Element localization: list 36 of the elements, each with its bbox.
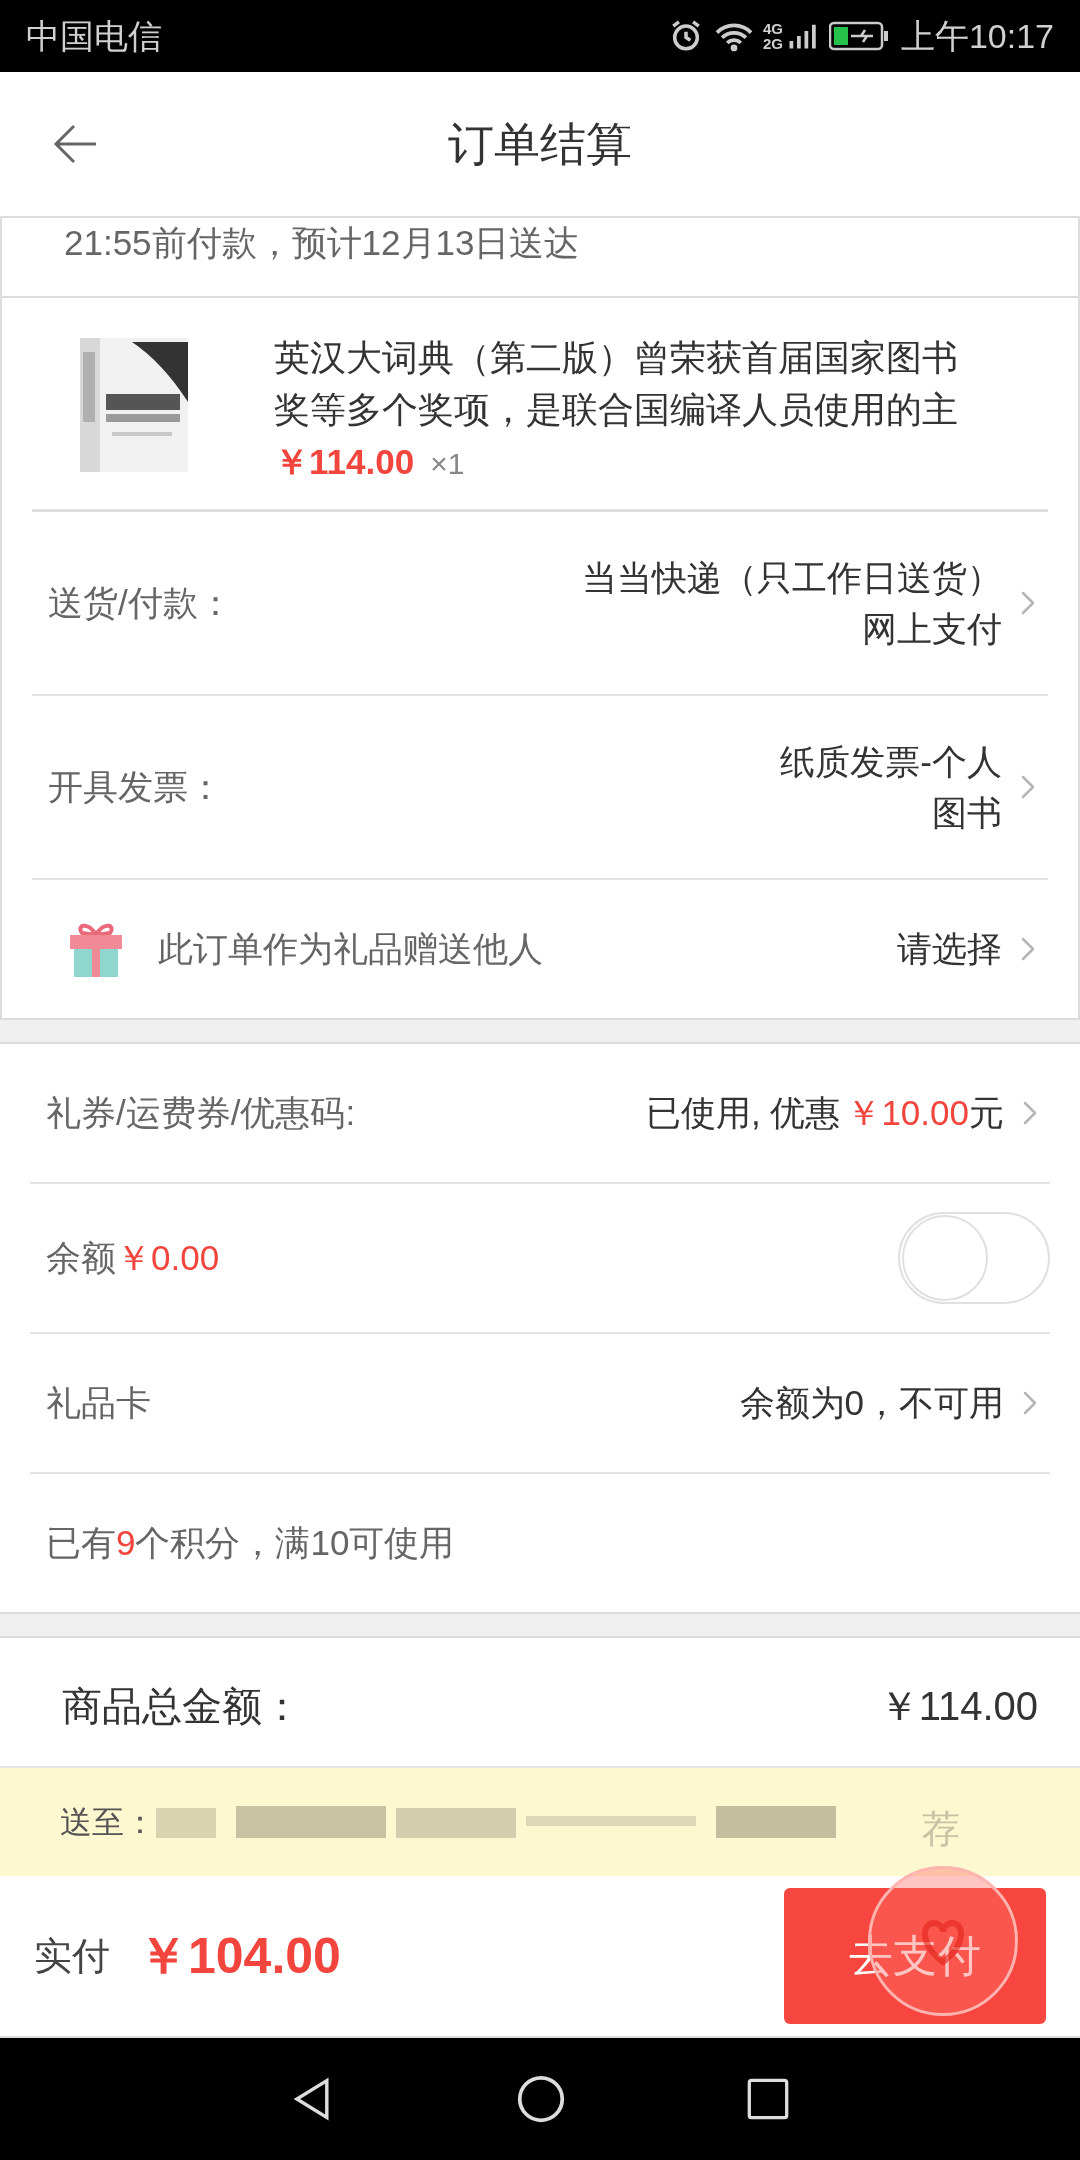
page-title: 订单结算 — [448, 116, 632, 172]
row-label: 礼品卡 — [46, 1381, 152, 1424]
product-price: ￥114.00 — [274, 441, 415, 483]
clock-time: 上午10:17 — [900, 15, 1054, 57]
network-label: 2G — [762, 36, 783, 51]
row-label: 送货/付款： — [48, 581, 234, 624]
row-value: 网上支付 — [862, 611, 1002, 646]
delivery-row[interactable]: 送货/付款： 当当快递（只工作日送货） 网上支付 — [32, 512, 1048, 696]
home-icon[interactable] — [516, 2074, 566, 2124]
carrier-name: 中国电信 — [26, 15, 163, 57]
row-label: 开具发票： — [48, 765, 224, 808]
row-value: 纸质发票-个人 — [780, 744, 1002, 779]
pay-amount: ￥104.00 — [138, 1926, 342, 1986]
pay-label: 实付 — [34, 1933, 110, 1979]
delivery-row[interactable]: 开具发票： 纸质发票-个人 图书 — [32, 696, 1048, 880]
option-row[interactable]: 礼品卡 余额为0，不可用 — [30, 1334, 1050, 1474]
row-value: 已使用, 优惠 ￥10.00元 — [645, 1091, 1004, 1134]
battery-icon — [828, 21, 889, 51]
gift-row[interactable]: 此订单作为礼品赠送他人 请选择 — [32, 880, 1048, 1018]
recents-icon[interactable] — [746, 2077, 790, 2121]
row-value: 余额为0，不可用 — [739, 1381, 1004, 1424]
row-label: 礼券/运费券/优惠码: — [46, 1091, 357, 1134]
row-value: 当当快递（只工作日送货） — [582, 560, 1002, 595]
summary-label: 商品总金额： — [62, 1683, 303, 1730]
product-title: 英汉大词典（第二版）曾荣获首届国家图书奖等多个奖项，是联合国编译人员使用的主 — [274, 336, 959, 432]
network-label: 4G — [762, 21, 783, 36]
summary-value: ￥114.00 — [878, 1683, 1038, 1730]
option-row[interactable]: 礼券/运费券/优惠码: 已使用, 优惠 ￥10.00元 — [30, 1044, 1050, 1184]
delivery-notice: 21:55前付款，预计12月13日送达 — [64, 224, 580, 260]
row-value: 图书 — [932, 795, 1002, 830]
row-label: 余额￥0.00 — [46, 1236, 221, 1279]
address-label: 送至： — [60, 1803, 156, 1842]
row-value: 请选择 — [897, 927, 1002, 970]
points-note: 已有9个积分，满10可使用 — [46, 1521, 455, 1564]
product-quantity: ×1 — [430, 446, 465, 482]
row-label: 此订单作为礼品赠送他人 — [158, 927, 544, 970]
